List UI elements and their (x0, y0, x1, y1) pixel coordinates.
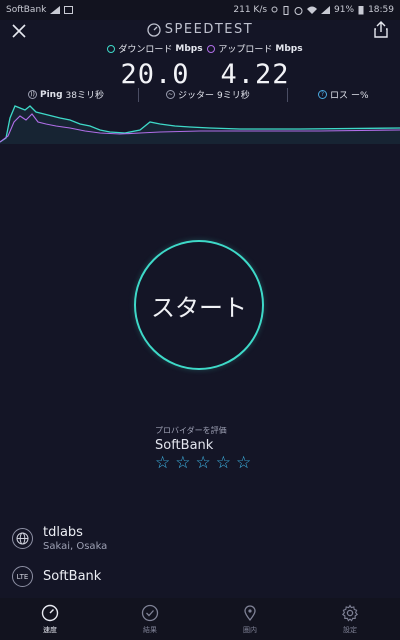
server-location: Sakai, Osaka (43, 541, 108, 552)
provider-name: SoftBank (155, 438, 214, 453)
rate-provider-label: プロバイダーを評価 (155, 426, 227, 435)
loss-help-icon[interactable]: ? (318, 90, 327, 99)
location-icon (271, 6, 278, 12)
network-speed: 211 K/s (233, 5, 268, 15)
network-row: LTE SoftBank (12, 566, 101, 587)
top-bar: SPEEDTEST (0, 20, 400, 44)
vibrate-icon (283, 5, 289, 15)
nav-speed-label: 速度 (43, 625, 57, 634)
nav-settings-label: 設定 (343, 625, 357, 634)
status-bar: SoftBank 211 K/s 91% 18:59 (0, 0, 400, 20)
server-row[interactable]: tdlabs Sakai, Osaka (12, 525, 107, 552)
carrier-label: SoftBank (6, 5, 47, 15)
upload-value: 4.22 (220, 59, 290, 90)
jitter-icon: ~ (166, 90, 175, 99)
battery-icon (358, 6, 364, 15)
network-badge: LTE (16, 572, 29, 581)
bottom-nav: 速度 結果 圏内 設定 (0, 598, 400, 640)
brand-text: SPEEDTEST (164, 22, 254, 37)
location-pin-icon (244, 604, 256, 621)
clock: 18:59 (368, 5, 394, 15)
nav-settings[interactable]: 設定 (300, 598, 400, 640)
star-icon[interactable]: ☆ (236, 455, 251, 472)
share-icon[interactable] (372, 20, 390, 40)
lte-icon: LTE (12, 566, 33, 587)
nav-results[interactable]: 結果 (100, 598, 200, 640)
upload-arrow-icon (207, 44, 216, 53)
star-icon[interactable]: ☆ (155, 455, 170, 472)
start-button-label: スタート (151, 293, 247, 322)
nav-results-label: 結果 (143, 625, 157, 634)
star-rating: ☆ ☆ ☆ ☆ ☆ (155, 455, 251, 472)
ping-label: Ping (40, 89, 63, 100)
provider-rating: プロバイダーを評価 SoftBank ☆ ☆ ☆ ☆ ☆ (155, 425, 251, 472)
signal-icon (50, 6, 61, 14)
star-icon[interactable]: ☆ (196, 455, 211, 472)
star-icon[interactable]: ☆ (216, 455, 231, 472)
nav-speed[interactable]: 速度 (0, 598, 100, 640)
wifi-icon (307, 6, 318, 14)
nav-coverage-label: 圏内 (243, 625, 257, 634)
speedometer-icon (41, 604, 59, 621)
speedtest-logo-icon (147, 22, 161, 37)
gear-icon (341, 603, 359, 622)
globe-icon (12, 528, 33, 549)
speed-graph (0, 105, 400, 144)
upload-unit: Mbps (275, 43, 303, 54)
download-label: ダウンロード (118, 45, 173, 55)
server-name: tdlabs (43, 525, 83, 540)
alarm-icon (294, 6, 303, 15)
brand-title: SPEEDTEST (0, 22, 400, 37)
image-notification-icon (64, 6, 74, 14)
check-circle-icon (141, 604, 159, 621)
start-button[interactable]: スタート (134, 240, 264, 370)
network-name: SoftBank (43, 569, 102, 584)
download-graph-fill (0, 106, 400, 144)
cell-signal-icon (321, 6, 331, 14)
battery-level: 91% (334, 5, 355, 15)
nav-coverage[interactable]: 圏内 (200, 598, 300, 640)
star-icon[interactable]: ☆ (175, 455, 190, 472)
upload-label: アップロード (218, 45, 273, 55)
download-arrow-icon (107, 44, 116, 53)
upload-metric: アップロード Mbps 4.22 (185, 42, 325, 90)
ping-icon: )) (28, 90, 37, 99)
